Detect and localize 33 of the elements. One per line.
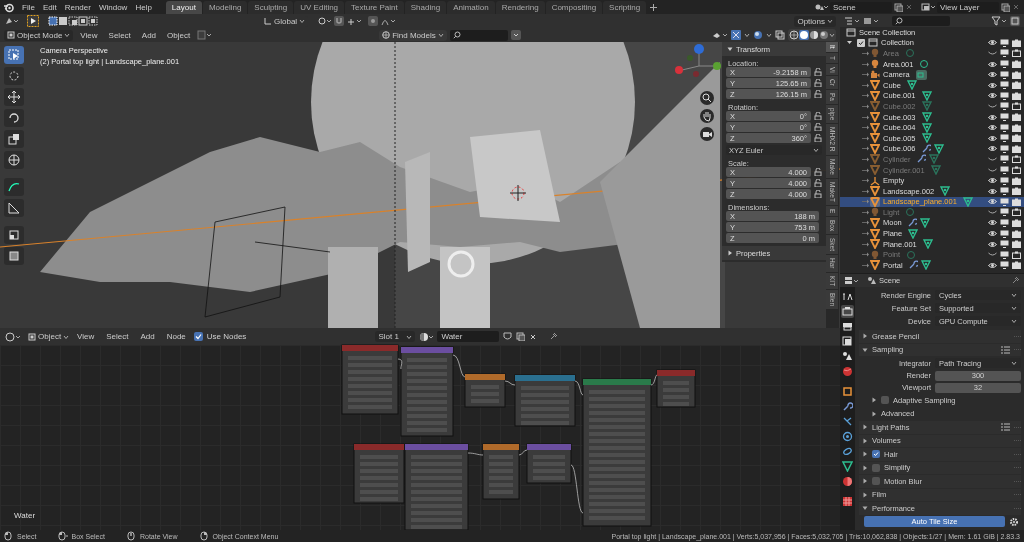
options-dropdown[interactable]: Options [794, 15, 836, 27]
workspace-tab[interactable]: Shading [404, 1, 447, 14]
shader-type-dropdown[interactable]: Object [25, 331, 69, 342]
menu-item[interactable]: Edit [38, 2, 61, 12]
workspace-tab[interactable]: Sculpting [248, 1, 294, 14]
find-models-dropdown[interactable]: Find Models [379, 29, 447, 41]
menu-item[interactable]: Window [94, 2, 132, 12]
workspace-tab[interactable]: Texture Paint [345, 1, 404, 14]
slot-dropdown[interactable]: Slot 1 [375, 331, 416, 342]
menu-item[interactable]: Help [131, 2, 156, 12]
material-name-field[interactable]: Water [437, 331, 500, 342]
workspace-tab[interactable]: Compositing [545, 1, 603, 14]
menu-item[interactable]: View [73, 332, 99, 341]
menu-item[interactable]: Render [60, 2, 95, 12]
workspace-tab[interactable]: Rendering [495, 1, 545, 14]
menu-item[interactable]: Select [102, 332, 133, 341]
mode-dropdown[interactable]: Object Mode [4, 29, 74, 41]
menu-item[interactable]: Object [163, 30, 195, 40]
menu-item[interactable]: Node [162, 332, 190, 341]
view-layer-field[interactable]: View Layer [937, 1, 999, 13]
scene-field[interactable]: Scene [830, 1, 892, 13]
menu-item[interactable]: Add [136, 332, 159, 341]
menu-item[interactable]: Select [104, 30, 135, 40]
workspace-tab[interactable]: Layout [165, 1, 202, 14]
material-label: Water [14, 511, 36, 520]
workspace-tab[interactable]: Animation [447, 1, 495, 14]
menu-item[interactable]: File [18, 2, 39, 12]
workspace-tab[interactable]: UV Editing [294, 1, 345, 14]
menu-item[interactable]: View [76, 30, 102, 40]
menu-item[interactable]: Add [137, 30, 161, 40]
checkbox-label: Use Nodes [206, 332, 247, 341]
workspace-tab[interactable]: Scripting [603, 1, 647, 14]
workspace-tab[interactable]: Modeling [202, 1, 248, 14]
